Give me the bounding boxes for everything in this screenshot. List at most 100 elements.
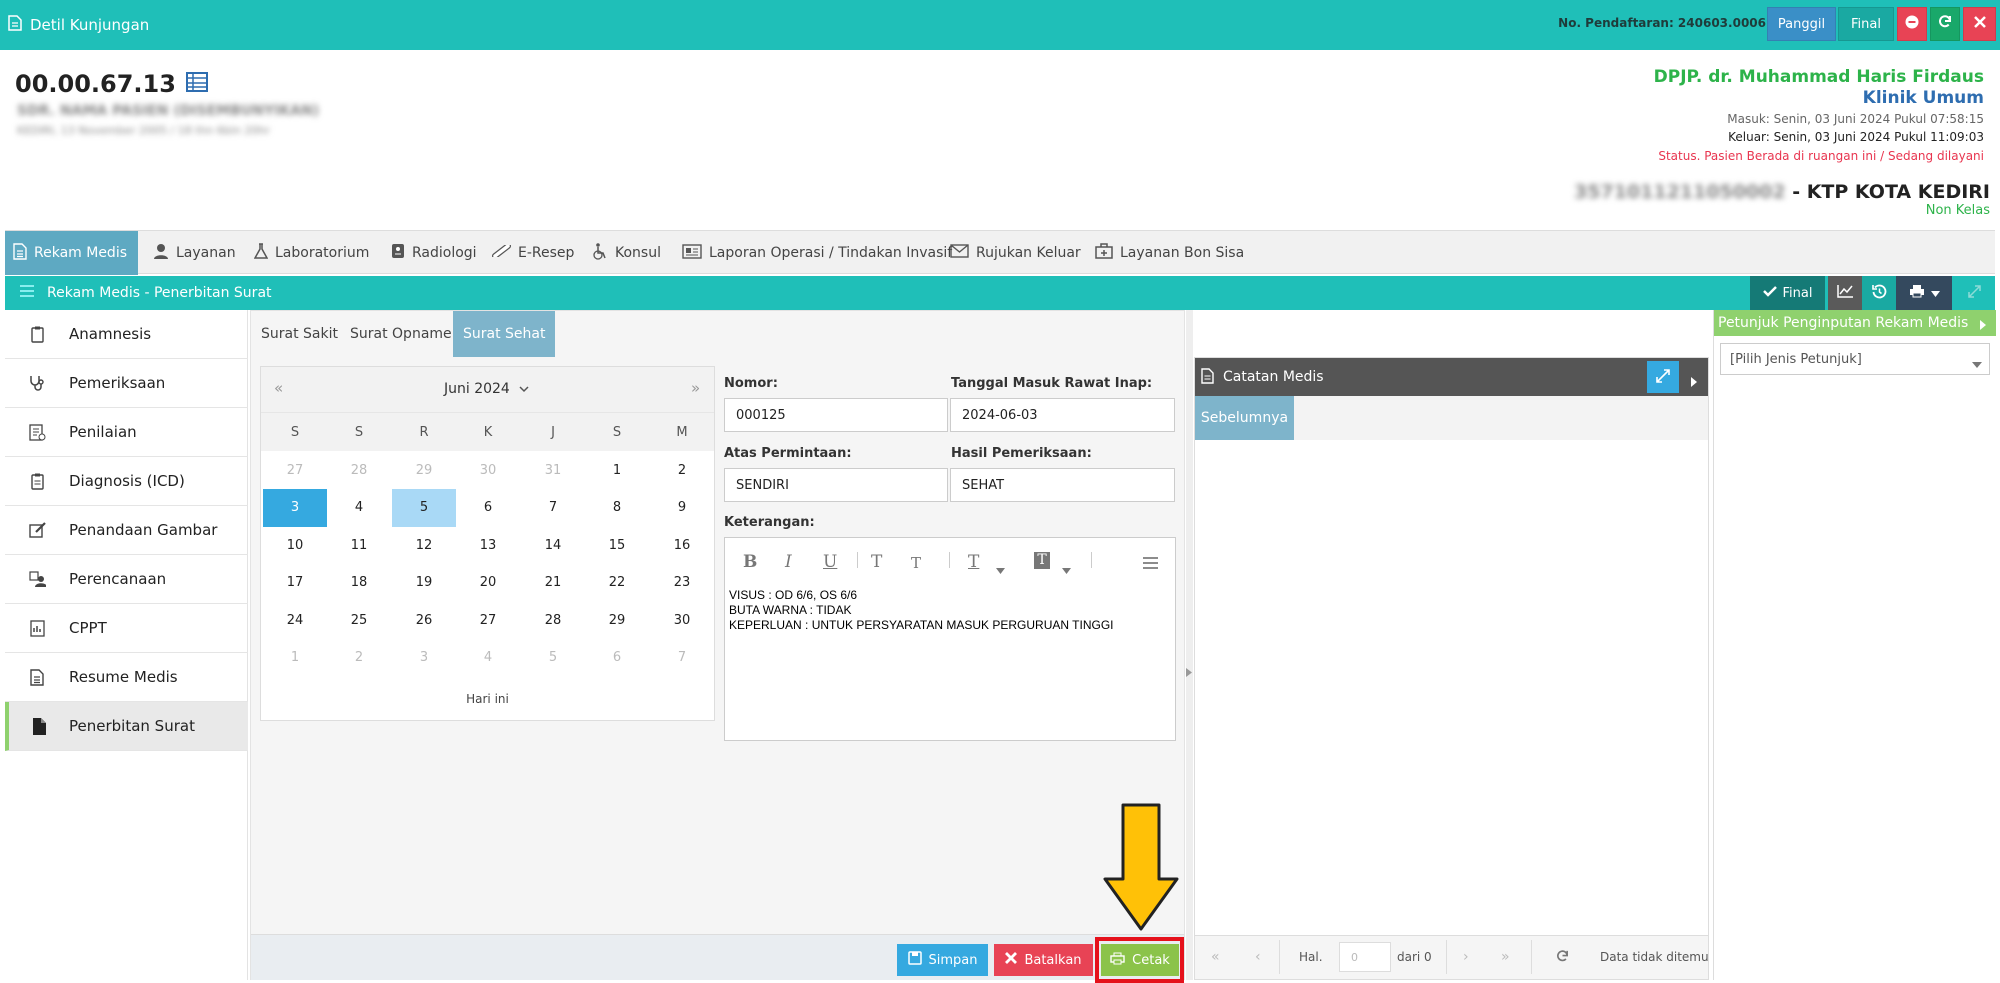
italic-icon[interactable]: I [785,552,792,572]
calendar-day[interactable]: 31 [521,451,585,489]
caret-right-icon[interactable] [1980,318,1986,334]
cancel-button[interactable]: Batalkan [994,944,1093,976]
calendar-day[interactable]: 24 [263,601,327,639]
calendar-day[interactable]: 14 [521,526,585,564]
sidebar-item-perencanaan[interactable]: Perencanaan [5,555,248,604]
calendar-day[interactable]: 7 [650,639,714,677]
menu-lines-icon[interactable] [20,285,34,301]
caret-right-icon[interactable] [1691,372,1697,391]
final-button[interactable]: Final [1838,7,1894,41]
sidebar-item-anamnesis[interactable]: Anamnesis [5,310,248,359]
align-icon[interactable] [1143,554,1158,573]
calendar-day[interactable]: 28 [521,601,585,639]
sidebar-item-penandaan-gambar[interactable]: Penandaan Gambar [5,506,248,555]
underline-icon[interactable]: U [823,552,837,572]
call-button[interactable]: Panggil [1767,7,1836,41]
atas-permintaan-field[interactable]: SENDIRI [724,468,948,502]
bold-icon[interactable]: B [743,552,757,572]
guide-type-select[interactable]: [Pilih Jenis Petunjuk] [1720,343,1990,375]
calendar-day[interactable]: 6 [456,489,520,527]
history-button[interactable] [1862,276,1896,310]
keterangan-text[interactable]: VISUS : OD 6/6, OS 6/6 BUTA WARNA : TIDA… [729,588,1114,633]
sidebar-item-penerbitan-surat[interactable]: Penerbitan Surat [5,702,248,751]
caret-down-icon[interactable] [1062,559,1071,578]
print-dropdown-button[interactable] [1896,276,1952,310]
font-color-icon[interactable]: T [968,552,979,572]
calendar-day[interactable]: 20 [456,564,520,602]
next-month-button[interactable]: » [691,379,700,397]
calendar-day[interactable]: 17 [263,564,327,602]
calendar-day[interactable]: 10 [263,526,327,564]
calendar-day[interactable]: 2 [650,451,714,489]
calendar-day[interactable]: 22 [585,564,649,602]
calendar-day[interactable]: 2 [327,639,391,677]
today-button[interactable]: Hari ini [261,692,714,706]
tanggal-masuk-field[interactable]: 2024-06-03 [950,398,1175,432]
print-button[interactable]: Cetak [1101,944,1179,976]
expand-notes-button[interactable] [1647,361,1679,393]
chart-button[interactable] [1828,276,1862,310]
menu-laboratorium[interactable]: Laboratorium [246,231,377,275]
calendar-day[interactable]: 19 [392,564,456,602]
calendar-day[interactable]: 4 [456,639,520,677]
hasil-pemeriksaan-field[interactable]: SEHAT [950,468,1175,502]
calendar-day[interactable]: 5 [521,639,585,677]
tab-sebelumnya[interactable]: Sebelumnya [1195,396,1294,440]
calendar-day[interactable]: 6 [585,639,649,677]
nomor-field[interactable]: 000125 [724,398,948,432]
calendar-day[interactable]: 21 [521,564,585,602]
menu-layanan-bon-sisa[interactable]: Layanan Bon Sisa [1087,231,1252,275]
calendar-day[interactable]: 15 [585,526,649,564]
superscript-icon[interactable]: T [871,552,882,572]
calendar-day[interactable]: 1 [585,451,649,489]
menu-e-resep[interactable]: E-Resep [483,231,582,275]
expand-button[interactable] [1954,276,1995,310]
calendar-day[interactable]: 7 [521,489,585,527]
calendar-day[interactable]: 4 [327,489,391,527]
refresh-button[interactable] [1930,7,1960,41]
calendar-day[interactable]: 8 [585,489,649,527]
save-button[interactable]: Simpan [897,944,988,976]
calendar-day[interactable]: 3 [392,639,456,677]
calendar-day[interactable]: 30 [650,601,714,639]
menu-rekam-medis[interactable]: Rekam Medis [5,231,138,275]
calendar-day[interactable]: 29 [585,601,649,639]
calendar-day[interactable]: 3 [263,488,327,527]
panel-splitter[interactable] [1186,310,1193,980]
subscript-icon[interactable]: T [911,554,921,572]
calendar-day[interactable]: 27 [456,601,520,639]
calendar-day[interactable]: 27 [263,451,327,489]
calendar-day[interactable]: 11 [327,526,391,564]
calendar-day[interactable]: 9 [650,489,714,527]
calendar-day[interactable]: 30 [456,451,520,489]
section-final-button[interactable]: Final [1750,276,1825,310]
keterangan-editor[interactable]: B I U T T T T VISUS : OD 6/6, OS 6/6 BUT… [724,537,1176,741]
calendar-day[interactable]: 12 [392,526,456,564]
sidebar-item-cppt[interactable]: CPPT [5,604,248,653]
prev-page-icon[interactable]: ‹ [1255,949,1261,965]
menu-konsul[interactable]: Konsul [584,231,669,275]
minus-circle-button[interactable] [1897,7,1927,41]
caret-down-icon[interactable] [996,559,1005,578]
sidebar-item-diagnosis[interactable]: Diagnosis (ICD) [5,457,248,506]
page-input[interactable]: 0 [1339,942,1391,972]
sidebar-item-resume-medis[interactable]: Resume Medis [5,653,248,702]
tab-surat-sakit[interactable]: Surat Sakit [251,311,348,357]
menu-rujukan-keluar[interactable]: Rujukan Keluar [942,231,1089,275]
menu-radiologi[interactable]: Radiologi [383,231,485,275]
close-button[interactable] [1963,7,1996,41]
calendar-day[interactable]: 5 [392,488,456,527]
reload-icon[interactable] [1556,950,1569,966]
calendar-day[interactable]: 13 [456,526,520,564]
calendar-day[interactable]: 28 [327,451,391,489]
tab-surat-sehat[interactable]: Surat Sehat [453,311,556,357]
first-page-icon[interactable]: « [1211,949,1220,965]
tab-surat-opname[interactable]: Surat Opname [340,311,462,357]
calendar-day[interactable]: 29 [392,451,456,489]
calendar-day[interactable]: 16 [650,526,714,564]
calendar-day[interactable]: 26 [392,601,456,639]
next-page-icon[interactable]: › [1463,949,1469,965]
menu-laporan-operasi[interactable]: Laporan Operasi / Tindakan Invasif [674,231,960,275]
background-color-icon[interactable]: T [1034,552,1050,569]
calendar-day[interactable]: 23 [650,564,714,602]
